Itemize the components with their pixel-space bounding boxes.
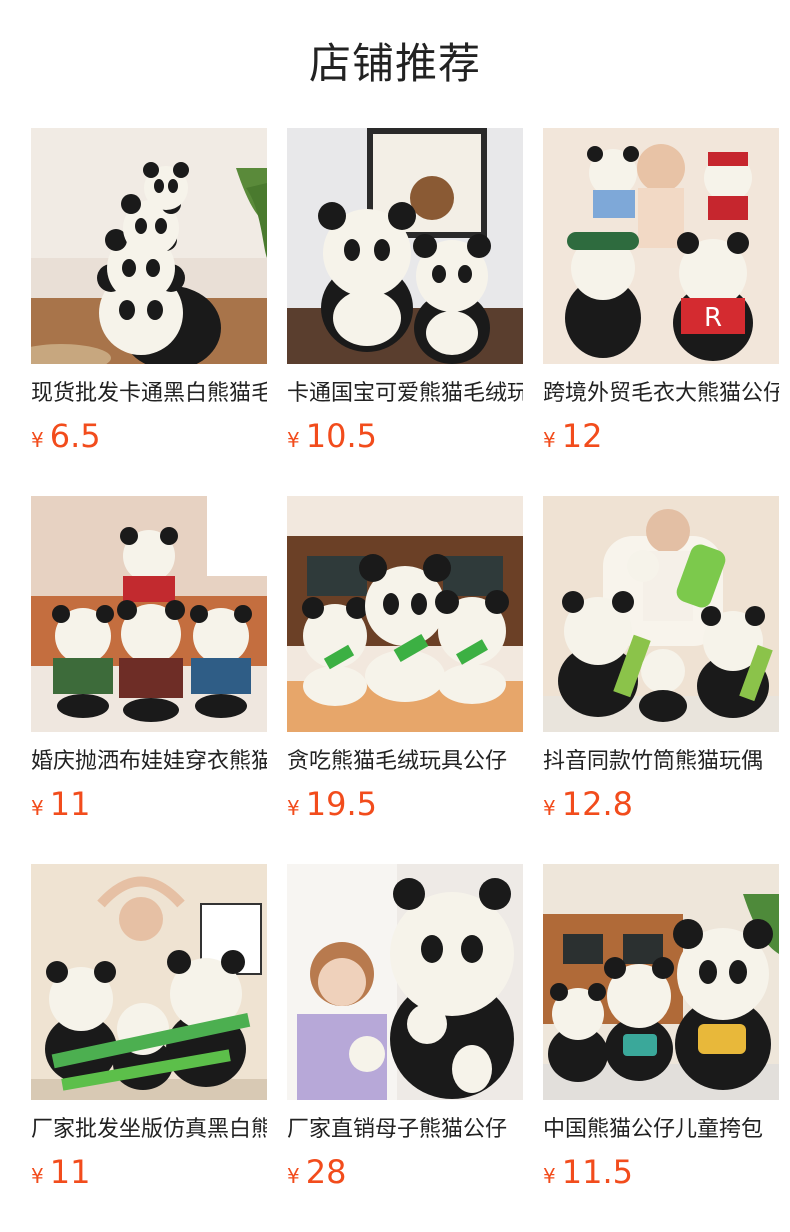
product-card[interactable]: 抖音同款竹筒熊猫玩偶 ¥12.8	[543, 496, 779, 864]
product-price: ¥11	[31, 784, 267, 830]
product-image[interactable]	[31, 128, 267, 364]
price-value: 19.5	[305, 785, 377, 823]
product-price: ¥19.5	[287, 784, 523, 830]
product-image[interactable]	[31, 864, 267, 1100]
currency-symbol: ¥	[543, 428, 556, 452]
product-name[interactable]: 抖音同款竹筒熊猫玩偶	[543, 746, 779, 778]
currency-symbol: ¥	[543, 796, 556, 820]
svg-text:R: R	[704, 303, 722, 333]
product-price: ¥12	[543, 416, 779, 462]
product-name[interactable]: 跨境外贸毛衣大熊猫公仔	[543, 378, 779, 410]
product-name[interactable]: 厂家直销母子熊猫公仔	[287, 1114, 523, 1146]
product-image[interactable]	[31, 496, 267, 732]
product-image[interactable]: R	[543, 128, 779, 364]
price-value: 12.8	[561, 785, 633, 823]
currency-symbol: ¥	[31, 1164, 44, 1188]
product-name[interactable]: 中国熊猫公仔儿童挎包	[543, 1114, 779, 1146]
currency-symbol: ¥	[287, 1164, 300, 1188]
product-card[interactable]: 厂家批发坐版仿真黑白熊猫 ¥11	[31, 864, 267, 1232]
product-grid: 现货批发卡通黑白熊猫毛绒玩具 ¥6.5 卡通国	[31, 128, 779, 1232]
product-name[interactable]: 婚庆抛洒布娃娃穿衣熊猫	[31, 746, 267, 778]
currency-symbol: ¥	[287, 428, 300, 452]
product-card[interactable]: 卡通国宝可爱熊猫毛绒玩具公仔 ¥10.5	[287, 128, 523, 496]
product-name[interactable]: 厂家批发坐版仿真黑白熊猫	[31, 1114, 267, 1146]
product-name[interactable]: 现货批发卡通黑白熊猫毛绒玩具	[31, 378, 267, 410]
product-price: ¥11	[31, 1152, 267, 1198]
product-card[interactable]: 厂家直销母子熊猫公仔 ¥28	[287, 864, 523, 1232]
product-price: ¥6.5	[31, 416, 267, 462]
product-card[interactable]: 婚庆抛洒布娃娃穿衣熊猫 ¥11	[31, 496, 267, 864]
price-value: 6.5	[49, 417, 101, 455]
currency-symbol: ¥	[287, 796, 300, 820]
product-image[interactable]	[287, 864, 523, 1100]
currency-symbol: ¥	[31, 796, 44, 820]
product-image[interactable]	[287, 128, 523, 364]
product-name[interactable]: 贪吃熊猫毛绒玩具公仔	[287, 746, 523, 778]
product-name[interactable]: 卡通国宝可爱熊猫毛绒玩具公仔	[287, 378, 523, 410]
currency-symbol: ¥	[31, 428, 44, 452]
product-image[interactable]	[287, 496, 523, 732]
price-value: 11	[49, 1153, 91, 1191]
product-price: ¥11.5	[543, 1152, 779, 1198]
product-price: ¥12.8	[543, 784, 779, 830]
product-card[interactable]: R 跨境外贸毛衣大熊猫公仔 ¥12	[543, 128, 779, 496]
price-value: 28	[305, 1153, 347, 1191]
product-image[interactable]	[543, 496, 779, 732]
currency-symbol: ¥	[543, 1164, 556, 1188]
product-card[interactable]: 现货批发卡通黑白熊猫毛绒玩具 ¥6.5	[31, 128, 267, 496]
product-card[interactable]: 中国熊猫公仔儿童挎包 ¥11.5	[543, 864, 779, 1232]
product-image[interactable]	[543, 864, 779, 1100]
price-value: 10.5	[305, 417, 377, 455]
product-price: ¥28	[287, 1152, 523, 1198]
price-value: 12	[561, 417, 603, 455]
price-value: 11	[49, 785, 91, 823]
price-value: 11.5	[561, 1153, 633, 1191]
product-card[interactable]: 贪吃熊猫毛绒玩具公仔 ¥19.5	[287, 496, 523, 864]
page-title: 店铺推荐	[308, 39, 481, 88]
product-price: ¥10.5	[287, 416, 523, 462]
